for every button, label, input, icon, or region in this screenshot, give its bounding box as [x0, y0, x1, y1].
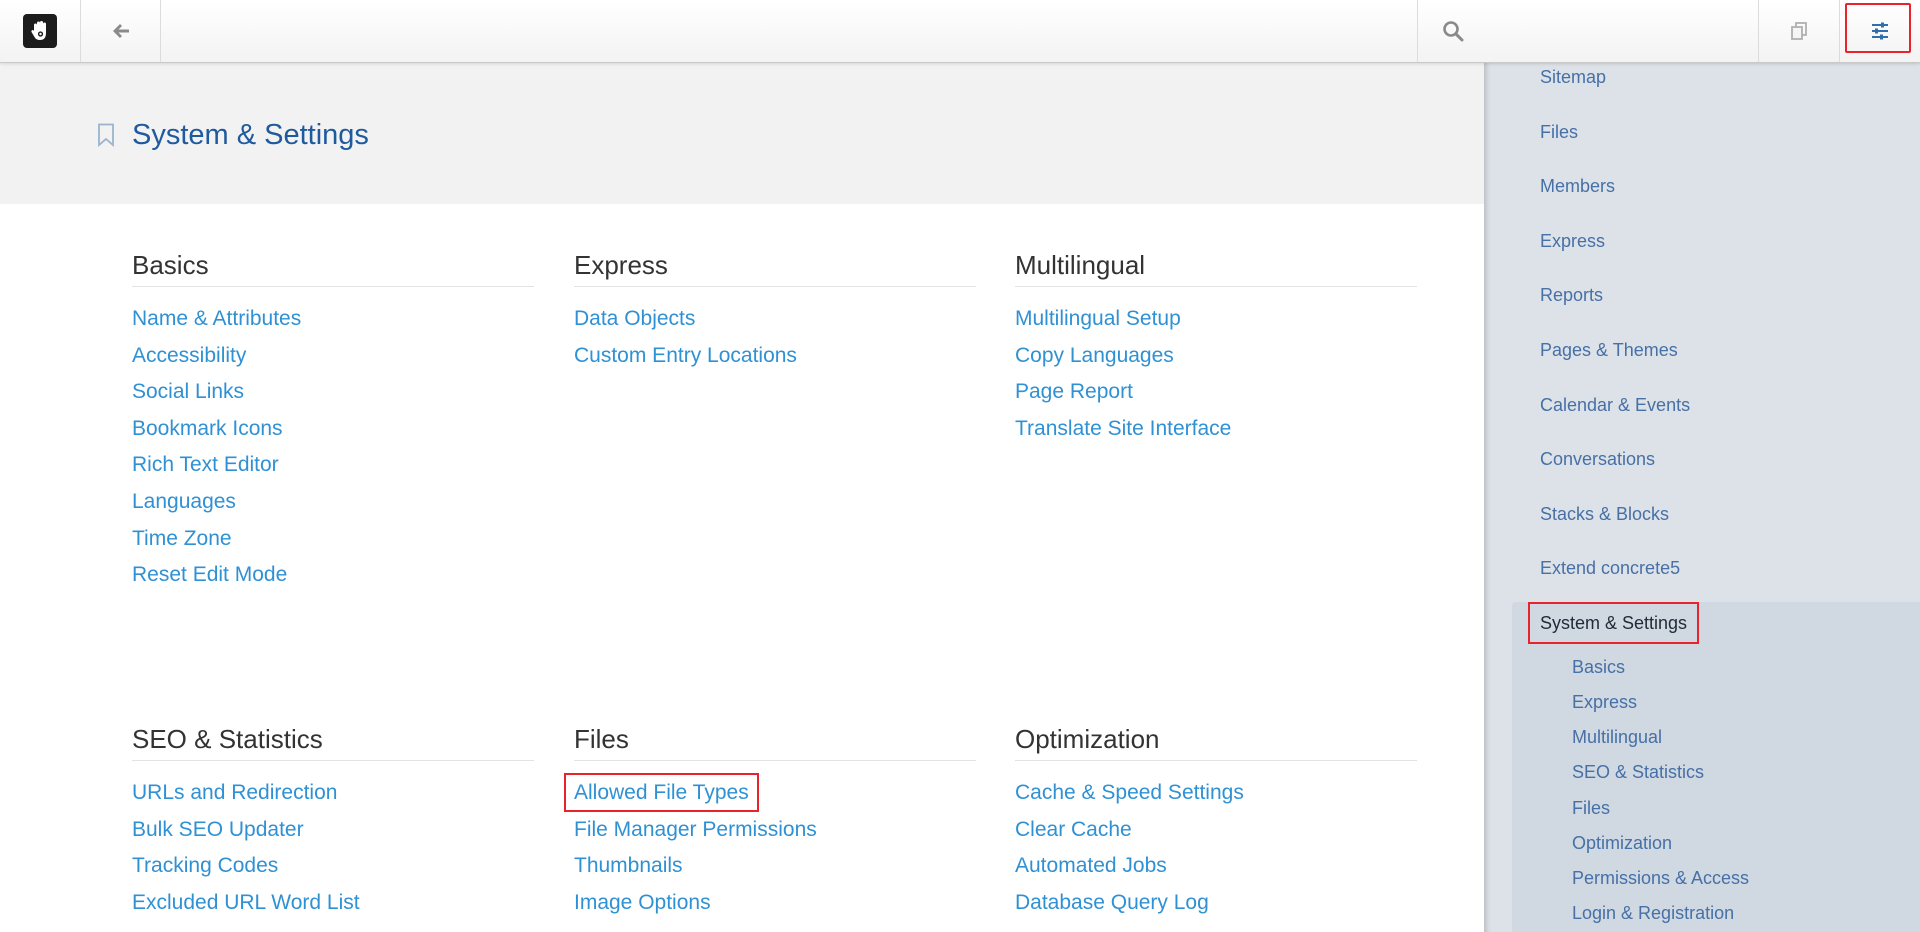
panel-item-members[interactable]: Members: [1540, 176, 1615, 197]
link-file-manager-permissions[interactable]: File Manager Permissions: [574, 818, 817, 841]
link-image-options[interactable]: Image Options: [574, 891, 711, 914]
panel-item-files[interactable]: Files: [1540, 122, 1578, 143]
settings-button[interactable]: [1839, 0, 1920, 62]
link-allowed-file-types[interactable]: Allowed File Types: [564, 773, 759, 812]
link-bookmark-icons[interactable]: Bookmark Icons: [132, 417, 283, 440]
panel-subitem-optimization[interactable]: Optimization: [1572, 833, 1672, 854]
link-social-links[interactable]: Social Links: [132, 380, 244, 403]
back-button[interactable]: [81, 0, 161, 62]
panel-subitem-seo-statistics[interactable]: SEO & Statistics: [1572, 762, 1704, 783]
panel-item-pages-themes[interactable]: Pages & Themes: [1540, 340, 1678, 361]
arrow-left-icon: [112, 24, 129, 38]
panel-subitem-express[interactable]: Express: [1572, 692, 1637, 713]
link-urls-redirection[interactable]: URLs and Redirection: [132, 781, 337, 804]
link-data-objects[interactable]: Data Objects: [574, 307, 695, 330]
section-basics: Basics Name & Attributes Accessibility S…: [132, 250, 534, 594]
link-bulk-seo-updater[interactable]: Bulk SEO Updater: [132, 818, 304, 841]
search-icon: [1443, 21, 1464, 42]
logo-button[interactable]: [0, 0, 81, 62]
link-name-attributes[interactable]: Name & Attributes: [132, 307, 301, 330]
search-input[interactable]: [1476, 21, 1736, 41]
section-optimization: Optimization Cache & Speed Settings Clea…: [1015, 724, 1417, 921]
link-translate-site-interface[interactable]: Translate Site Interface: [1015, 417, 1231, 440]
link-rich-text-editor[interactable]: Rich Text Editor: [132, 453, 279, 476]
section-title: Basics: [132, 250, 534, 287]
link-automated-jobs[interactable]: Automated Jobs: [1015, 854, 1167, 877]
link-multilingual-setup[interactable]: Multilingual Setup: [1015, 307, 1181, 330]
sitemap-pages-icon: [1791, 22, 1807, 40]
concrete5-hand-logo-icon: [23, 14, 57, 48]
dashboard-side-panel: Sitemap Files Members Express Reports Pa…: [1484, 63, 1920, 932]
section-seo-statistics: SEO & Statistics URLs and Redirection Bu…: [132, 724, 534, 921]
panel-item-reports[interactable]: Reports: [1540, 285, 1603, 306]
sliders-icon: [1872, 22, 1888, 40]
link-excluded-url-word-list[interactable]: Excluded URL Word List: [132, 891, 360, 914]
link-languages[interactable]: Languages: [132, 490, 236, 513]
link-accessibility[interactable]: Accessibility: [132, 344, 246, 367]
panel-subitem-basics[interactable]: Basics: [1572, 657, 1625, 678]
panel-item-conversations[interactable]: Conversations: [1540, 449, 1655, 470]
link-clear-cache[interactable]: Clear Cache: [1015, 818, 1132, 841]
panel-item-extend-concrete5[interactable]: Extend concrete5: [1540, 558, 1680, 579]
section-title: Express: [574, 250, 976, 287]
panel-item-system-settings[interactable]: System & Settings: [1528, 602, 1700, 644]
panel-subitem-permissions-access[interactable]: Permissions & Access: [1572, 868, 1749, 889]
section-files: Files Allowed File Types File Manager Pe…: [564, 724, 976, 921]
section-title: Files: [574, 724, 976, 761]
section-title: Optimization: [1015, 724, 1417, 761]
panel-item-sitemap[interactable]: Sitemap: [1540, 67, 1606, 88]
panel-item-express[interactable]: Express: [1540, 231, 1605, 252]
panel-subitem-login-registration[interactable]: Login & Registration: [1572, 903, 1734, 924]
link-thumbnails[interactable]: Thumbnails: [574, 854, 683, 877]
panel-subitem-files[interactable]: Files: [1572, 798, 1610, 819]
link-database-query-log[interactable]: Database Query Log: [1015, 891, 1209, 914]
link-tracking-codes[interactable]: Tracking Codes: [132, 854, 278, 877]
section-express: Express Data Objects Custom Entry Locati…: [574, 250, 976, 374]
panel-subitem-multilingual[interactable]: Multilingual: [1572, 727, 1662, 748]
pages-button[interactable]: [1758, 0, 1839, 62]
link-custom-entry-locations[interactable]: Custom Entry Locations: [574, 344, 797, 367]
toolbar: [0, 0, 1920, 63]
panel-item-stacks-blocks[interactable]: Stacks & Blocks: [1540, 504, 1669, 525]
link-copy-languages[interactable]: Copy Languages: [1015, 344, 1174, 367]
link-reset-edit-mode[interactable]: Reset Edit Mode: [132, 563, 287, 586]
section-title: Multilingual: [1015, 250, 1417, 287]
link-page-report[interactable]: Page Report: [1015, 380, 1133, 403]
section-multilingual: Multilingual Multilingual Setup Copy Lan…: [1015, 250, 1417, 447]
section-title: SEO & Statistics: [132, 724, 534, 761]
link-time-zone[interactable]: Time Zone: [132, 527, 232, 550]
link-cache-speed-settings[interactable]: Cache & Speed Settings: [1015, 781, 1244, 804]
search-box[interactable]: [1417, 0, 1759, 62]
bookmark-icon[interactable]: [97, 123, 115, 147]
page-title: System & Settings: [132, 119, 369, 151]
panel-item-calendar-events[interactable]: Calendar & Events: [1540, 395, 1690, 416]
